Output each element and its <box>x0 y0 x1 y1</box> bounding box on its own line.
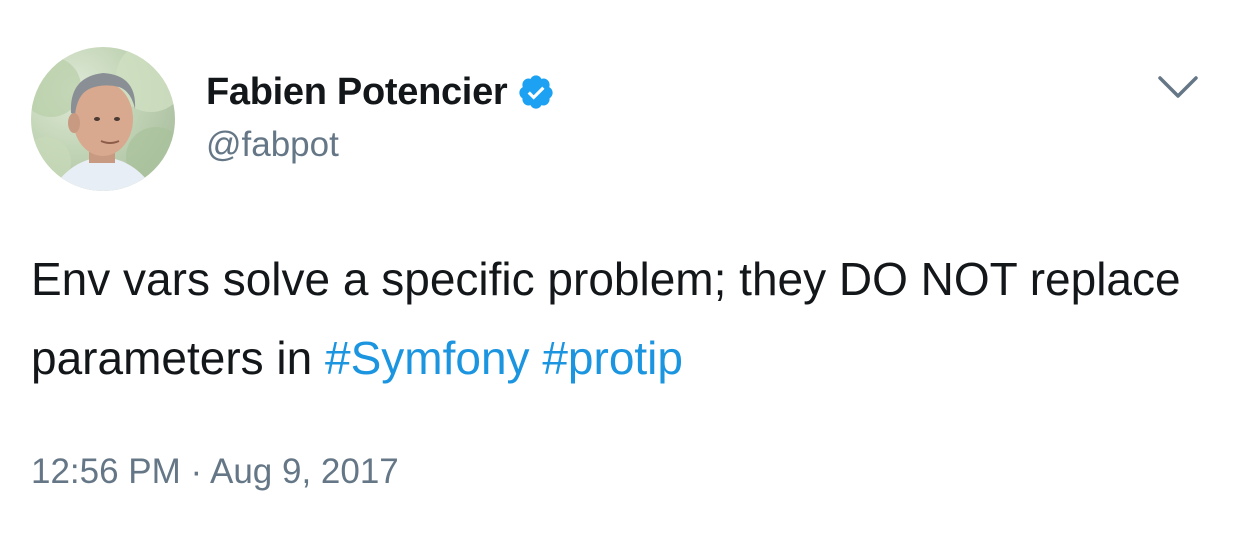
tweet-card: Fabien Potencier @fabpot Env vars solve … <box>0 0 1242 544</box>
tweet-timestamp[interactable]: 12:56 PM · Aug 9, 2017 <box>31 452 399 492</box>
tweet-date: Aug 9, 2017 <box>210 452 399 491</box>
avatar-photo <box>31 47 175 191</box>
verified-badge-icon <box>519 75 554 109</box>
meta-separator: · <box>190 452 203 491</box>
tweet-text: Env vars solve a specific problem; they … <box>31 240 1211 398</box>
author-avatar[interactable] <box>31 47 175 191</box>
hashtag-symfony[interactable]: #Symfony <box>325 332 530 384</box>
author-block: Fabien Potencier @fabpot <box>206 68 555 165</box>
author-display-name[interactable]: Fabien Potencier <box>206 71 508 114</box>
tweet-time: 12:56 PM <box>31 452 181 491</box>
author-handle[interactable]: @fabpot <box>206 125 555 165</box>
hashtag-protip[interactable]: #protip <box>542 332 683 384</box>
name-row: Fabien Potencier <box>206 68 555 116</box>
chevron-down-icon[interactable] <box>1156 72 1200 102</box>
